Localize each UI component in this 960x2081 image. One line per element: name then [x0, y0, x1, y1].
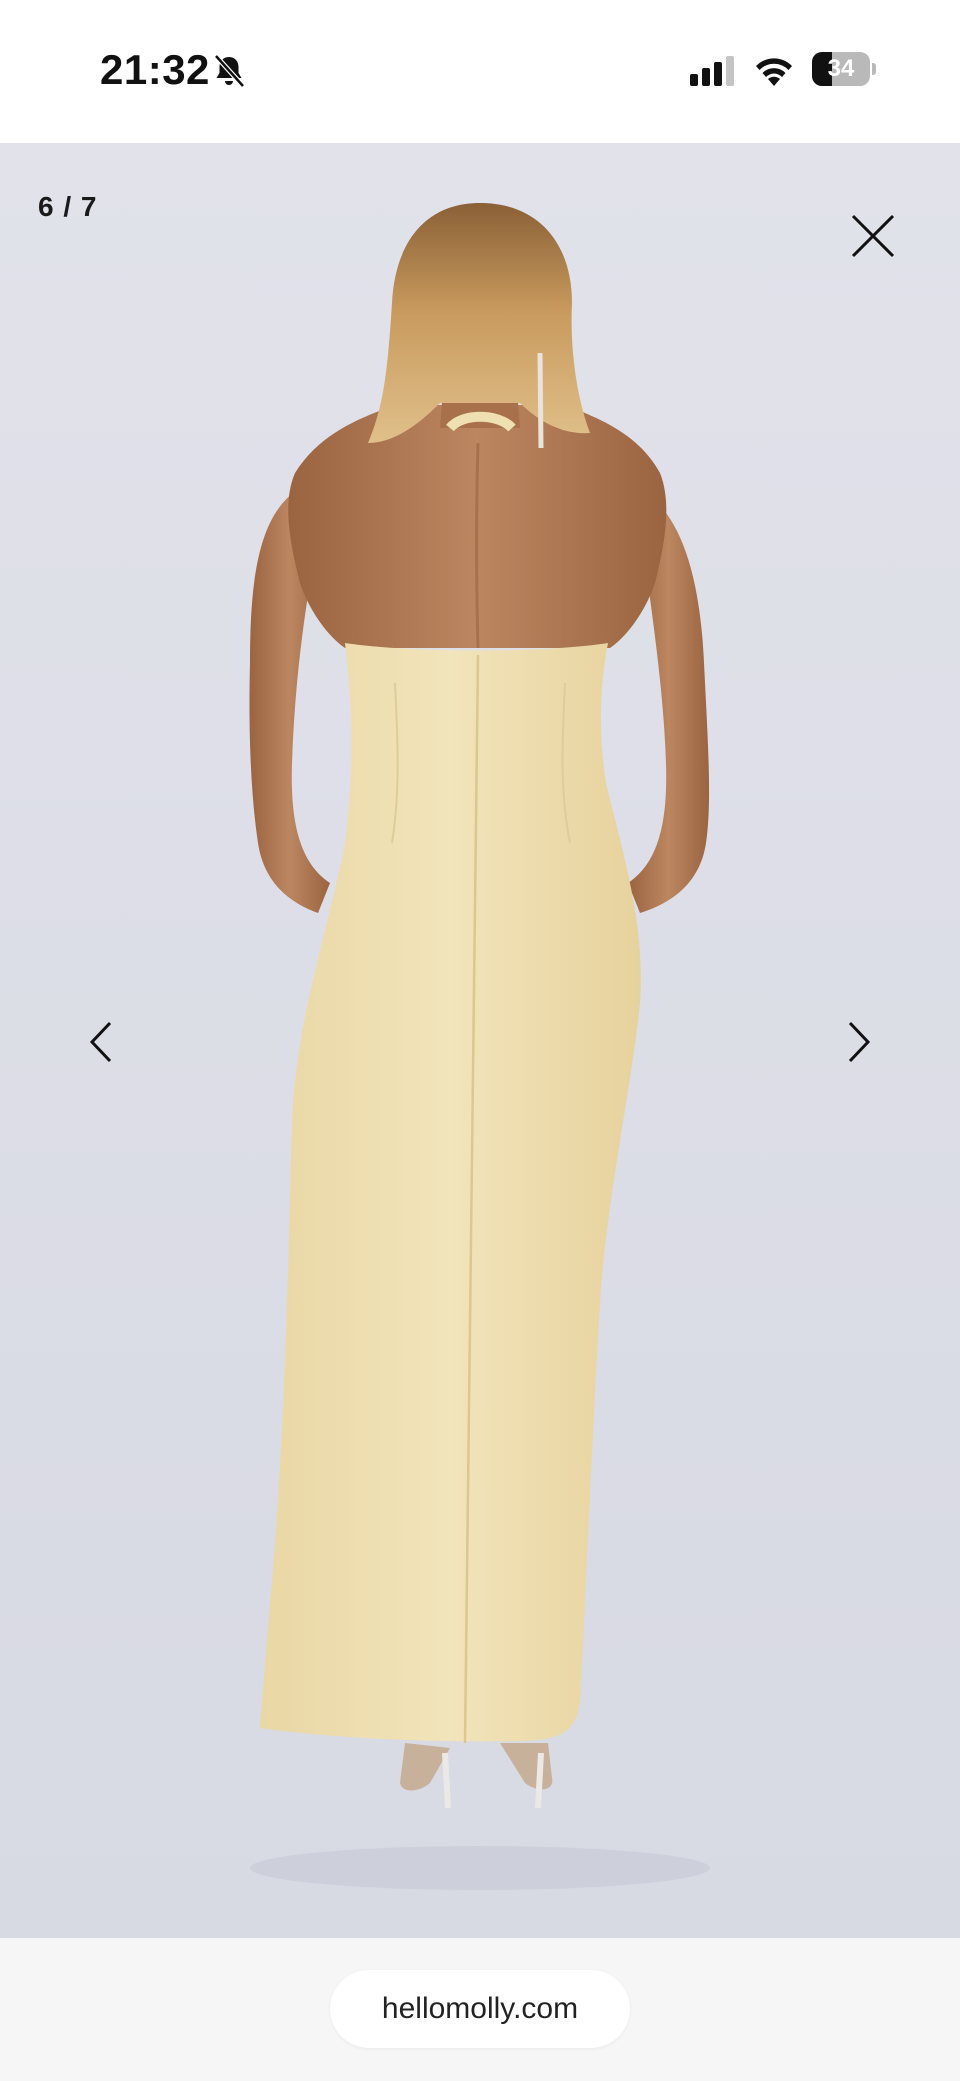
wifi-icon	[756, 58, 792, 86]
chevron-left-icon[interactable]	[74, 1007, 130, 1077]
address-bar-url: hellomolly.com	[381, 1992, 579, 2025]
battery-percent: 34	[827, 55, 855, 82]
browser-bottom-bar: hellomolly.com	[0, 1938, 960, 2081]
image-viewer[interactable]: 6 / 7	[0, 143, 960, 1938]
cellular-signal-icon	[690, 56, 734, 86]
battery-tip	[872, 63, 876, 75]
battery-body: 34	[812, 52, 870, 86]
product-photo	[0, 143, 960, 1938]
bell-slash-icon	[214, 54, 245, 88]
close-icon[interactable]	[845, 208, 901, 264]
image-counter: 6 / 7	[38, 191, 98, 222]
status-bar: 21:32 34	[0, 0, 960, 143]
address-bar[interactable]: hellomolly.com	[330, 1970, 630, 2048]
battery-icon: 34	[812, 52, 876, 86]
chevron-right-icon[interactable]	[830, 1007, 886, 1077]
status-time: 21:32	[100, 46, 210, 93]
